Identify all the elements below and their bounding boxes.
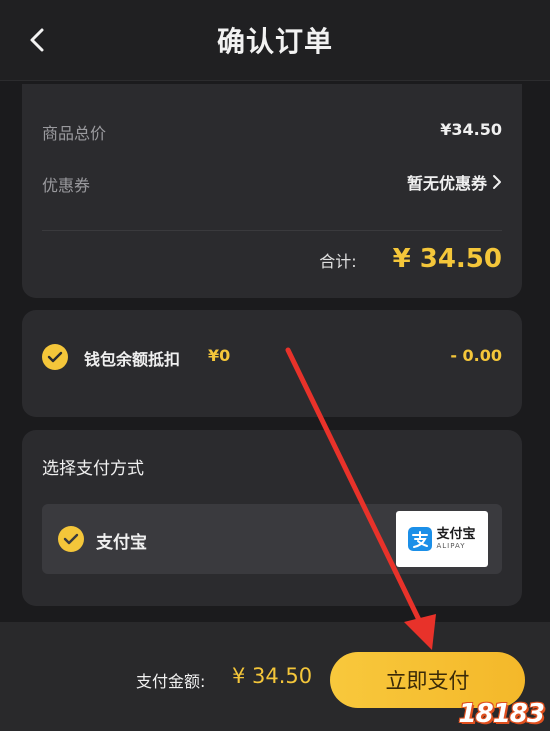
chevron-right-icon <box>493 175 501 189</box>
subtotal-label: 合计: <box>319 252 357 271</box>
pay-now-label: 立即支付 <box>385 669 470 693</box>
wallet-balance: ¥0 <box>208 346 231 365</box>
goods-total-label: 商品总价 <box>42 124 107 143</box>
alipay-logo-text: 支付宝 <box>436 527 476 542</box>
subtotal-row: 合计: ¥ 34.50 <box>319 244 502 274</box>
payment-footer: 支付金额: ¥ 34.50 立即支付 18183 <box>0 622 550 731</box>
header-bar: 确认订单 <box>0 0 550 81</box>
coupon-label: 优惠券 <box>42 176 91 195</box>
page-title: 确认订单 <box>216 25 333 58</box>
payment-option-label: 支付宝 <box>96 533 147 553</box>
payment-option-alipay[interactable]: 支付宝 支付宝 ALIPAY <box>42 504 502 574</box>
coupon-selector[interactable]: 暂无优惠券 <box>407 170 502 194</box>
subtotal-value: ¥ 34.50 <box>392 244 502 274</box>
alipay-logo: 支付宝 ALIPAY <box>396 511 488 567</box>
pay-amount-label: 支付金额: <box>136 672 206 691</box>
divider <box>42 230 502 231</box>
check-icon[interactable] <box>42 344 68 370</box>
wallet-label: 钱包余额抵扣 <box>84 350 181 369</box>
payment-method-card: 选择支付方式 支付宝 支付宝 ALIPAY <box>22 430 522 606</box>
check-icon[interactable] <box>58 526 84 552</box>
coupon-value: 暂无优惠券 <box>406 174 487 193</box>
watermark-logo: 18183 <box>458 699 545 729</box>
pay-amount-value: ¥ 34.50 <box>232 664 313 688</box>
price-summary-card: 商品总价 ¥34.50 优惠券 暂无优惠券 合计: ¥ 34.50 <box>22 84 522 298</box>
alipay-icon <box>408 527 433 551</box>
wallet-deduction-value: - 0.00 <box>450 346 502 365</box>
alipay-logo-subtext: ALIPAY <box>436 542 466 550</box>
goods-total-value: ¥34.50 <box>440 120 502 139</box>
wallet-deduction-card[interactable]: 钱包余额抵扣 ¥0 - 0.00 <box>22 310 522 417</box>
payment-section-title: 选择支付方式 <box>42 459 144 479</box>
